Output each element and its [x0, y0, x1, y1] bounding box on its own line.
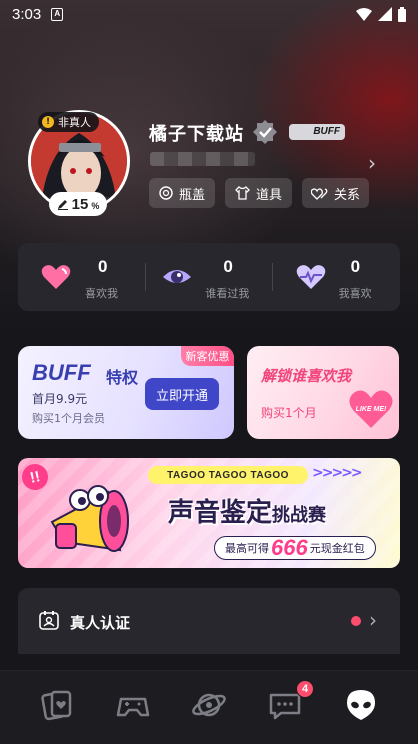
chip-bottle-cap-label: 瓶盖	[178, 187, 205, 203]
unlock-likes-card[interactable]: 解锁谁喜欢我 购买1个月 LIKE ME!	[247, 346, 399, 439]
chip-props-label: 道具	[255, 187, 282, 203]
megaphone-mascot-icon	[50, 485, 129, 552]
alien-icon[interactable]	[343, 687, 379, 723]
voice-challenge-banner[interactable]: !! TAGOO TAGOO TAGOO >>>>> 声音鉴定挑战赛 最高可得 …	[18, 458, 400, 568]
stat-viewed-me[interactable]: 0 谁看过我	[145, 243, 272, 311]
stat-viewed-me-label: 谁看过我	[205, 287, 250, 300]
unlock-likes-subtitle: 购买1个月	[261, 406, 317, 420]
masked-user-id	[150, 152, 255, 166]
like-me-heart-text: LIKE ME!	[356, 406, 387, 413]
chip-bottle-cap[interactable]: 瓶盖	[149, 178, 215, 208]
chip-relations-label: 关系	[333, 187, 360, 203]
verification-chevron-icon: ›	[369, 608, 377, 632]
bottom-navigation	[0, 670, 418, 744]
notification-icon: A	[51, 7, 64, 21]
profile-score-pill[interactable]: 15 %	[49, 192, 107, 216]
fake-person-label: 非真人	[58, 116, 91, 129]
pen-icon	[57, 200, 68, 210]
buff-tag[interactable]: BUFF	[289, 124, 345, 140]
wifi-icon	[356, 7, 372, 21]
stat-likes-me-label: 喜欢我	[85, 287, 118, 300]
stat-i-like-value: 0	[350, 257, 361, 276]
buff-price: 首月9.9元	[32, 392, 88, 406]
banner-prize-suffix: 元现金红包	[309, 542, 365, 555]
buff-membership-card[interactable]: BUFF 特权 首月9.9元 购买1个月会员 立即开通 新客优惠	[18, 346, 234, 439]
status-time: 3:03	[12, 5, 42, 23]
cards-icon[interactable]	[40, 687, 76, 723]
new-customer-ribbon: 新客优惠	[181, 346, 234, 366]
stat-likes-me[interactable]: 0 喜欢我	[18, 243, 145, 311]
chip-relations[interactable]: 关系	[302, 178, 369, 208]
bottle-cap-icon	[159, 186, 173, 200]
stats-card: 0 喜欢我 0 谁看过我 0 我喜欢	[18, 243, 400, 311]
banner-prize-amount: 666	[271, 535, 308, 560]
banner-title: 声音鉴定挑战赛	[168, 492, 326, 529]
signal-icon	[378, 7, 392, 21]
buff-subscribe-button[interactable]: 立即开通	[145, 378, 219, 410]
verified-badge-icon	[253, 120, 277, 144]
stat-viewed-me-value: 0	[223, 257, 233, 276]
verification-alert-dot	[351, 616, 361, 626]
fake-person-badge[interactable]: ! 非真人	[38, 112, 99, 132]
real-person-verification-row[interactable]: 真人认证 ›	[18, 588, 400, 654]
stat-i-like-label: 我喜欢	[338, 287, 372, 300]
stat-likes-me-value: 0	[98, 257, 108, 276]
eye-icon	[163, 270, 192, 283]
gamepad-icon[interactable]	[115, 687, 151, 723]
planet-icon[interactable]	[191, 687, 227, 723]
profile-detail-chevron-icon[interactable]: ›	[368, 151, 376, 175]
tshirt-icon	[235, 186, 250, 200]
buff-subtitle: 购买1个月会员	[32, 412, 105, 425]
warning-icon: !	[42, 116, 54, 128]
buff-title: 特权	[106, 368, 139, 387]
chip-props[interactable]: 道具	[225, 178, 292, 208]
banner-title-main: 声音鉴定	[168, 498, 273, 528]
score-unit: %	[91, 201, 100, 211]
heartbeat-icon	[296, 265, 325, 289]
verification-label: 真人认证	[70, 614, 131, 632]
unlock-likes-title: 解锁谁喜欢我	[261, 367, 352, 385]
status-icons	[356, 6, 406, 22]
status-bar: 3:03 A	[0, 0, 418, 28]
buff-brand: BUFF	[32, 360, 91, 385]
chat-unread-badge: 4	[296, 680, 314, 698]
linked-hearts-icon	[310, 187, 328, 200]
score-value: 15	[71, 195, 89, 213]
like-me-heart-icon: LIKE ME!	[349, 390, 393, 428]
banner-brand-strip: TAGOO TAGOO TAGOO	[148, 466, 308, 484]
banner-arrows: >>>>>	[312, 465, 363, 481]
battery-icon	[398, 6, 406, 22]
heart-icon	[41, 265, 71, 289]
banner-prize-prefix: 最高可得	[225, 542, 269, 555]
banner-title-tail: 挑战赛	[272, 505, 327, 526]
id-card-icon	[39, 611, 59, 630]
stat-i-like[interactable]: 0 我喜欢	[273, 243, 400, 311]
username: 橘子下载站	[149, 124, 244, 145]
banner-prize: 最高可得 666 元现金红包	[214, 535, 376, 560]
